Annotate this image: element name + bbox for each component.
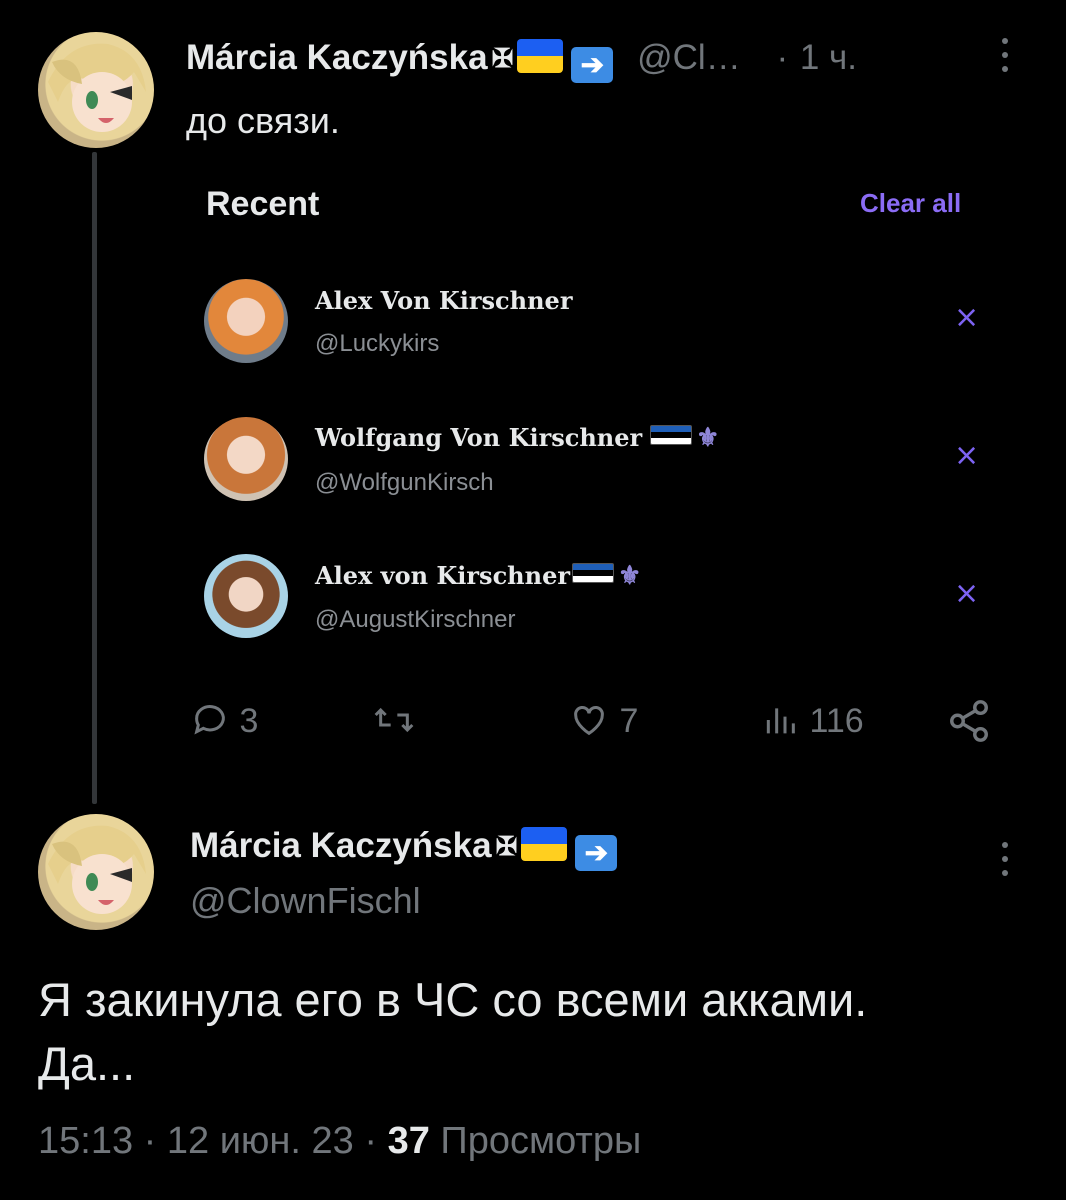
right-arrow-icon: ➔ xyxy=(575,835,618,871)
post2-header: Márcia Kaczyńska ✠ ➔ xyxy=(190,826,618,871)
fleur-de-lis-icon: ⚜ xyxy=(618,561,642,591)
share-button[interactable] xyxy=(946,698,992,745)
views-count: 116 xyxy=(809,702,864,740)
author-avatar[interactable] xyxy=(38,814,154,930)
share-icon xyxy=(950,700,988,742)
post2-date[interactable]: 12 июн. 23 xyxy=(167,1120,354,1162)
clear-all-link[interactable]: Clear all xyxy=(860,188,961,219)
post2-sep1: · xyxy=(143,1120,157,1162)
post2-text-line2: Да... xyxy=(38,1037,136,1090)
post2-text: Я закинула его в ЧС со всеми акками. Да.… xyxy=(38,968,867,1096)
post1-text: до связи. xyxy=(186,100,340,141)
recent-item-name[interactable]: Wolfgang Von Kirschner ⚜ xyxy=(315,423,719,453)
post1-more-icon[interactable] xyxy=(1002,38,1008,80)
post2-views-count: 37 xyxy=(387,1120,430,1162)
post1-time-separator: · xyxy=(776,38,789,77)
post2-author-name[interactable]: Márcia Kaczyńska xyxy=(190,826,492,865)
ukraine-flag-icon xyxy=(517,39,564,73)
ukraine-flag-icon xyxy=(521,827,568,861)
estonia-flag-icon xyxy=(650,425,693,445)
cross-icon: ✠ xyxy=(491,43,514,73)
reply-icon xyxy=(194,705,225,735)
thread-connector-line xyxy=(92,152,97,804)
post1-timestamp[interactable]: 1 ч. xyxy=(800,38,857,77)
recent-item-handle: @Luckykirs xyxy=(315,330,440,357)
post1-author-name[interactable]: Márcia Kaczyńska xyxy=(186,38,488,77)
recent-item-name-text: Wolfgang Von Kirschner xyxy=(315,423,643,452)
recent-item-handle: @AugustKirschner xyxy=(315,606,516,633)
post1-header: Márcia Kaczyńska ✠ ➔ @Cl… · 1 ч. xyxy=(186,38,857,83)
views-button[interactable]: 116 xyxy=(760,700,864,741)
post2-handle[interactable]: @ClownFischl xyxy=(190,880,421,922)
recent-item-name-text: Alex von Kirschner xyxy=(315,561,570,590)
post2-views-label[interactable]: Просмотры xyxy=(440,1120,641,1162)
like-button[interactable]: 7 xyxy=(568,700,638,741)
estonia-flag-icon xyxy=(572,563,614,583)
anime-avatar-image xyxy=(48,825,146,914)
repost-icon xyxy=(374,707,414,733)
post2-time[interactable]: 15:13 xyxy=(38,1120,133,1162)
post1-handle[interactable]: @Cl… xyxy=(637,38,741,77)
post2-text-line1: Я закинула его в ЧС со всеми акками. xyxy=(38,973,868,1026)
like-count: 7 xyxy=(619,702,639,740)
reply-button[interactable]: 3 xyxy=(190,700,258,741)
reply-count: 3 xyxy=(239,702,259,740)
author-avatar[interactable] xyxy=(38,32,154,148)
recent-item-name[interactable]: Alex Von Kirschner xyxy=(315,286,572,315)
remove-icon[interactable]: × xyxy=(954,576,979,611)
remove-icon[interactable]: × xyxy=(954,438,979,473)
anime-avatar-image xyxy=(48,43,146,132)
cross-icon: ✠ xyxy=(495,831,518,861)
recent-item-avatar xyxy=(204,554,288,638)
repost-button[interactable] xyxy=(372,700,416,741)
post2-sep2: · xyxy=(364,1120,378,1162)
recent-item-handle: @WolfgunKirsch xyxy=(315,469,494,496)
recent-title: Recent xyxy=(206,185,320,223)
heart-icon xyxy=(574,706,604,736)
post2-more-icon[interactable] xyxy=(1002,842,1008,884)
right-arrow-icon: ➔ xyxy=(571,47,614,83)
post2-meta: 15:13 · 12 июн. 23 · 37 Просмотры xyxy=(38,1120,641,1163)
remove-icon[interactable]: × xyxy=(954,300,979,335)
recent-item-name[interactable]: Alex von Kirschner ⚜ xyxy=(315,561,641,591)
views-icon xyxy=(766,708,795,734)
recent-item-avatar xyxy=(204,417,288,501)
recent-item-avatar xyxy=(204,279,288,363)
fleur-de-lis-icon: ⚜ xyxy=(696,423,720,453)
